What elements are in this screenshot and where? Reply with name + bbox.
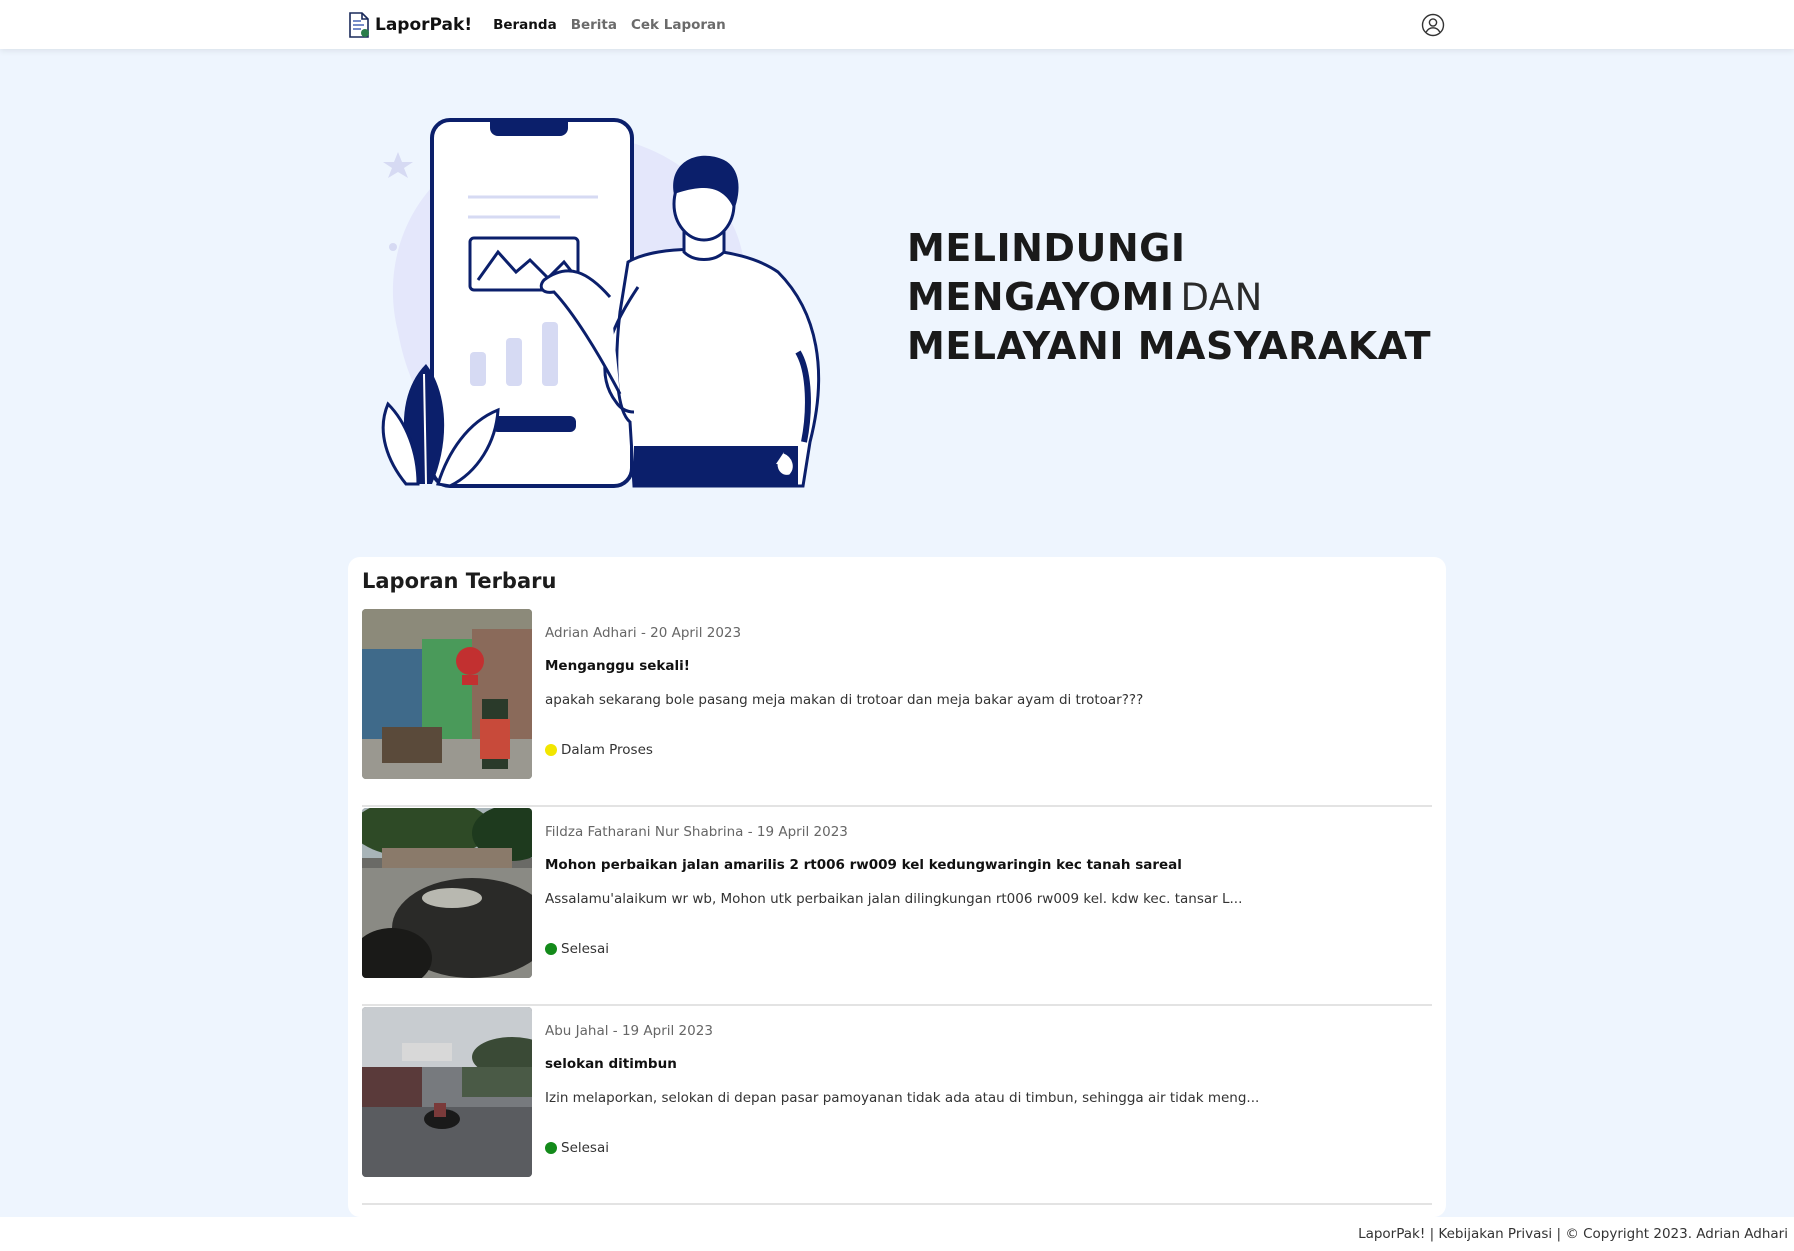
- hero-line-2: MENGAYOMI DAN: [907, 273, 1431, 322]
- report-title[interactable]: Menganggu sekali!: [545, 658, 690, 674]
- user-circle-icon[interactable]: [1421, 13, 1445, 37]
- report-meta: Adrian Adhari - 20 April 2023: [545, 625, 742, 641]
- report-item[interactable]: Adrian Adhari - 20 April 2023 Menganggu …: [362, 609, 1432, 807]
- report-photo-damaged-road: [362, 808, 532, 978]
- footer: LaporPak! | Kebijakan Privasi | © Copyri…: [0, 1217, 1794, 1251]
- status-dot-icon: [545, 1142, 557, 1154]
- navbar: LaporPak! Beranda Berita Cek Laporan: [0, 0, 1794, 49]
- hero-illustration: [381, 118, 821, 488]
- report-item[interactable]: Fildza Fatharani Nur Shabrina - 19 April…: [362, 808, 1432, 1006]
- report-photo-market-road: [362, 1007, 532, 1177]
- brand-name: LaporPak!: [375, 14, 473, 35]
- report-status: Dalam Proses: [545, 742, 653, 758]
- report-title[interactable]: Mohon perbaikan jalan amarilis 2 rt006 r…: [545, 857, 1182, 873]
- hero-heading: MELINDUNGI MENGAYOMI DAN MELAYANI MASYARA…: [907, 224, 1431, 371]
- navbar-inner: LaporPak! Beranda Berita Cek Laporan: [347, 0, 1445, 49]
- latest-reports-card: Laporan Terbaru Adrian Adhari - 20 April…: [348, 557, 1446, 1217]
- report-status-label: Selesai: [561, 941, 609, 957]
- report-title[interactable]: selokan ditimbun: [545, 1056, 677, 1072]
- report-description: apakah sekarang bole pasang meja makan d…: [545, 692, 1144, 708]
- footer-text: LaporPak! | Kebijakan Privasi | © Copyri…: [1358, 1226, 1788, 1242]
- nav-link-berita[interactable]: Berita: [571, 17, 617, 33]
- report-description: Assalamu'alaikum wr wb, Mohon utk perbai…: [545, 891, 1243, 907]
- report-meta: Fildza Fatharani Nur Shabrina - 19 April…: [545, 824, 848, 840]
- report-photo-street-stall: [362, 609, 532, 779]
- report-thumbnail[interactable]: [362, 609, 532, 779]
- nav-links: Beranda Berita Cek Laporan: [493, 17, 726, 33]
- report-status: Selesai: [545, 1140, 609, 1156]
- report-status-label: Selesai: [561, 1140, 609, 1156]
- latest-reports-title: Laporan Terbaru: [362, 569, 557, 593]
- report-description: Izin melaporkan, selokan di depan pasar …: [545, 1090, 1260, 1106]
- document-logo-icon: [349, 11, 369, 38]
- hero-line-3: MELAYANI MASYARAKAT: [907, 324, 1432, 368]
- report-thumbnail[interactable]: [362, 1007, 532, 1177]
- brand[interactable]: LaporPak!: [347, 11, 472, 39]
- status-dot-icon: [545, 943, 557, 955]
- hero-line-2-bold: MENGAYOMI: [907, 275, 1175, 319]
- report-item[interactable]: Abu Jahal - 19 April 2023 selokan ditimb…: [362, 1007, 1432, 1205]
- report-status: Selesai: [545, 941, 609, 957]
- nav-link-beranda[interactable]: Beranda: [493, 17, 557, 33]
- hero-line-2-light: DAN: [1180, 276, 1263, 319]
- status-dot-icon: [545, 744, 557, 756]
- nav-link-cek-laporan[interactable]: Cek Laporan: [631, 17, 726, 33]
- report-status-label: Dalam Proses: [561, 742, 653, 758]
- hero-line-1: MELINDUNGI: [907, 226, 1186, 270]
- report-meta: Abu Jahal - 19 April 2023: [545, 1023, 713, 1039]
- report-thumbnail[interactable]: [362, 808, 532, 978]
